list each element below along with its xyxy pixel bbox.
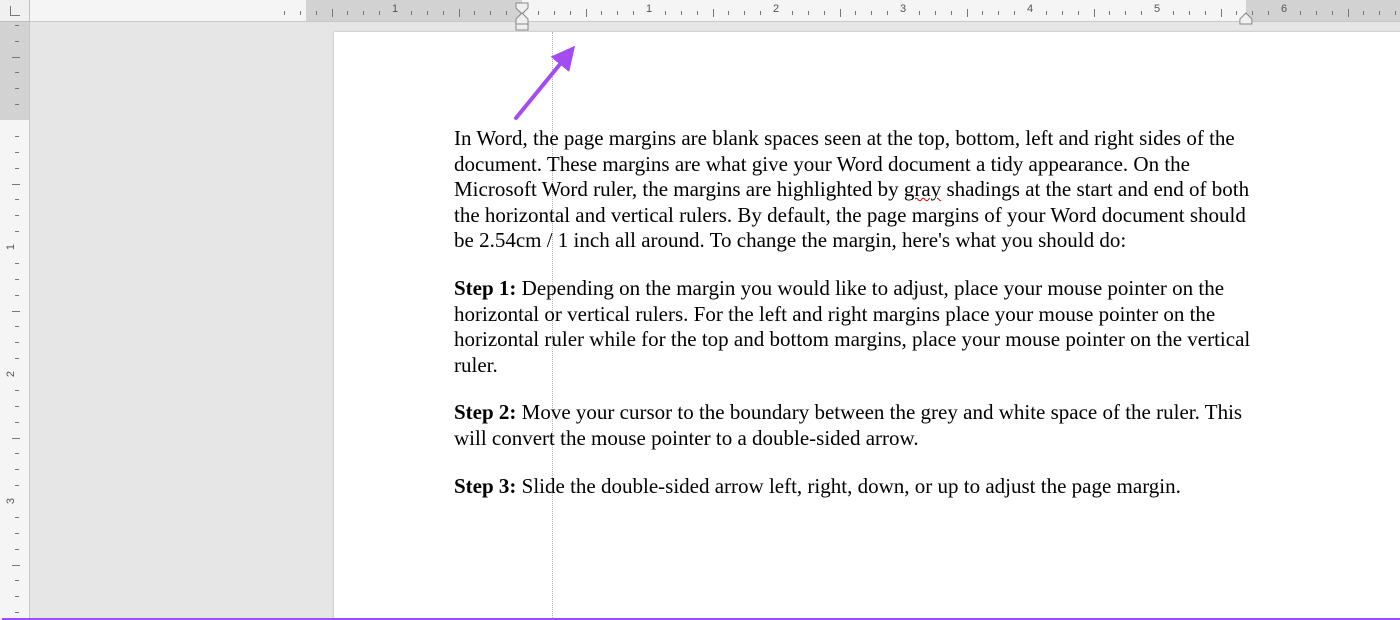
ruler-corner — [0, 0, 30, 22]
hruler-label: 6 — [1281, 3, 1287, 15]
step-3-text: Slide the double-sided arrow left, right… — [516, 474, 1180, 498]
step-2-paragraph: Step 2: Move your cursor to the boundary… — [454, 400, 1264, 451]
vruler-label: 2 — [5, 371, 17, 377]
hruler-label: 4 — [1027, 3, 1033, 15]
step-1-paragraph: Step 1: Depending on the margin you woul… — [454, 276, 1264, 378]
step-1-text: Depending on the margin you would like t… — [454, 276, 1250, 377]
vertical-ruler[interactable]: 1 2 3 — [0, 22, 30, 618]
tab-stop-corner-icon — [10, 6, 20, 16]
document-page: In Word, the page margins are blank spac… — [334, 32, 1400, 618]
spellcheck-squiggle-word: gray — [904, 177, 941, 201]
document-body[interactable]: In Word, the page margins are blank spac… — [454, 126, 1264, 521]
document-workspace: In Word, the page margins are blank spac… — [30, 22, 1400, 618]
intro-paragraph: In Word, the page margins are blank spac… — [454, 126, 1264, 254]
vruler-label: 3 — [5, 498, 17, 504]
hruler-label: 3 — [900, 3, 906, 15]
horizontal-ruler[interactable]: 11234567 — [30, 0, 1400, 22]
hruler-label: 1 — [646, 3, 652, 15]
hruler-label: 2 — [773, 3, 779, 15]
step-1-label: Step 1: — [454, 276, 516, 300]
step-3-paragraph: Step 3: Slide the double-sided arrow lef… — [454, 474, 1264, 500]
hruler-label: 5 — [1154, 3, 1160, 15]
step-3-label: Step 3: — [454, 474, 516, 498]
step-2-text: Move your cursor to the boundary between… — [454, 400, 1242, 450]
vruler-label: 1 — [5, 244, 17, 250]
hruler-label: 1 — [392, 3, 398, 15]
step-2-label: Step 2: — [454, 400, 516, 424]
